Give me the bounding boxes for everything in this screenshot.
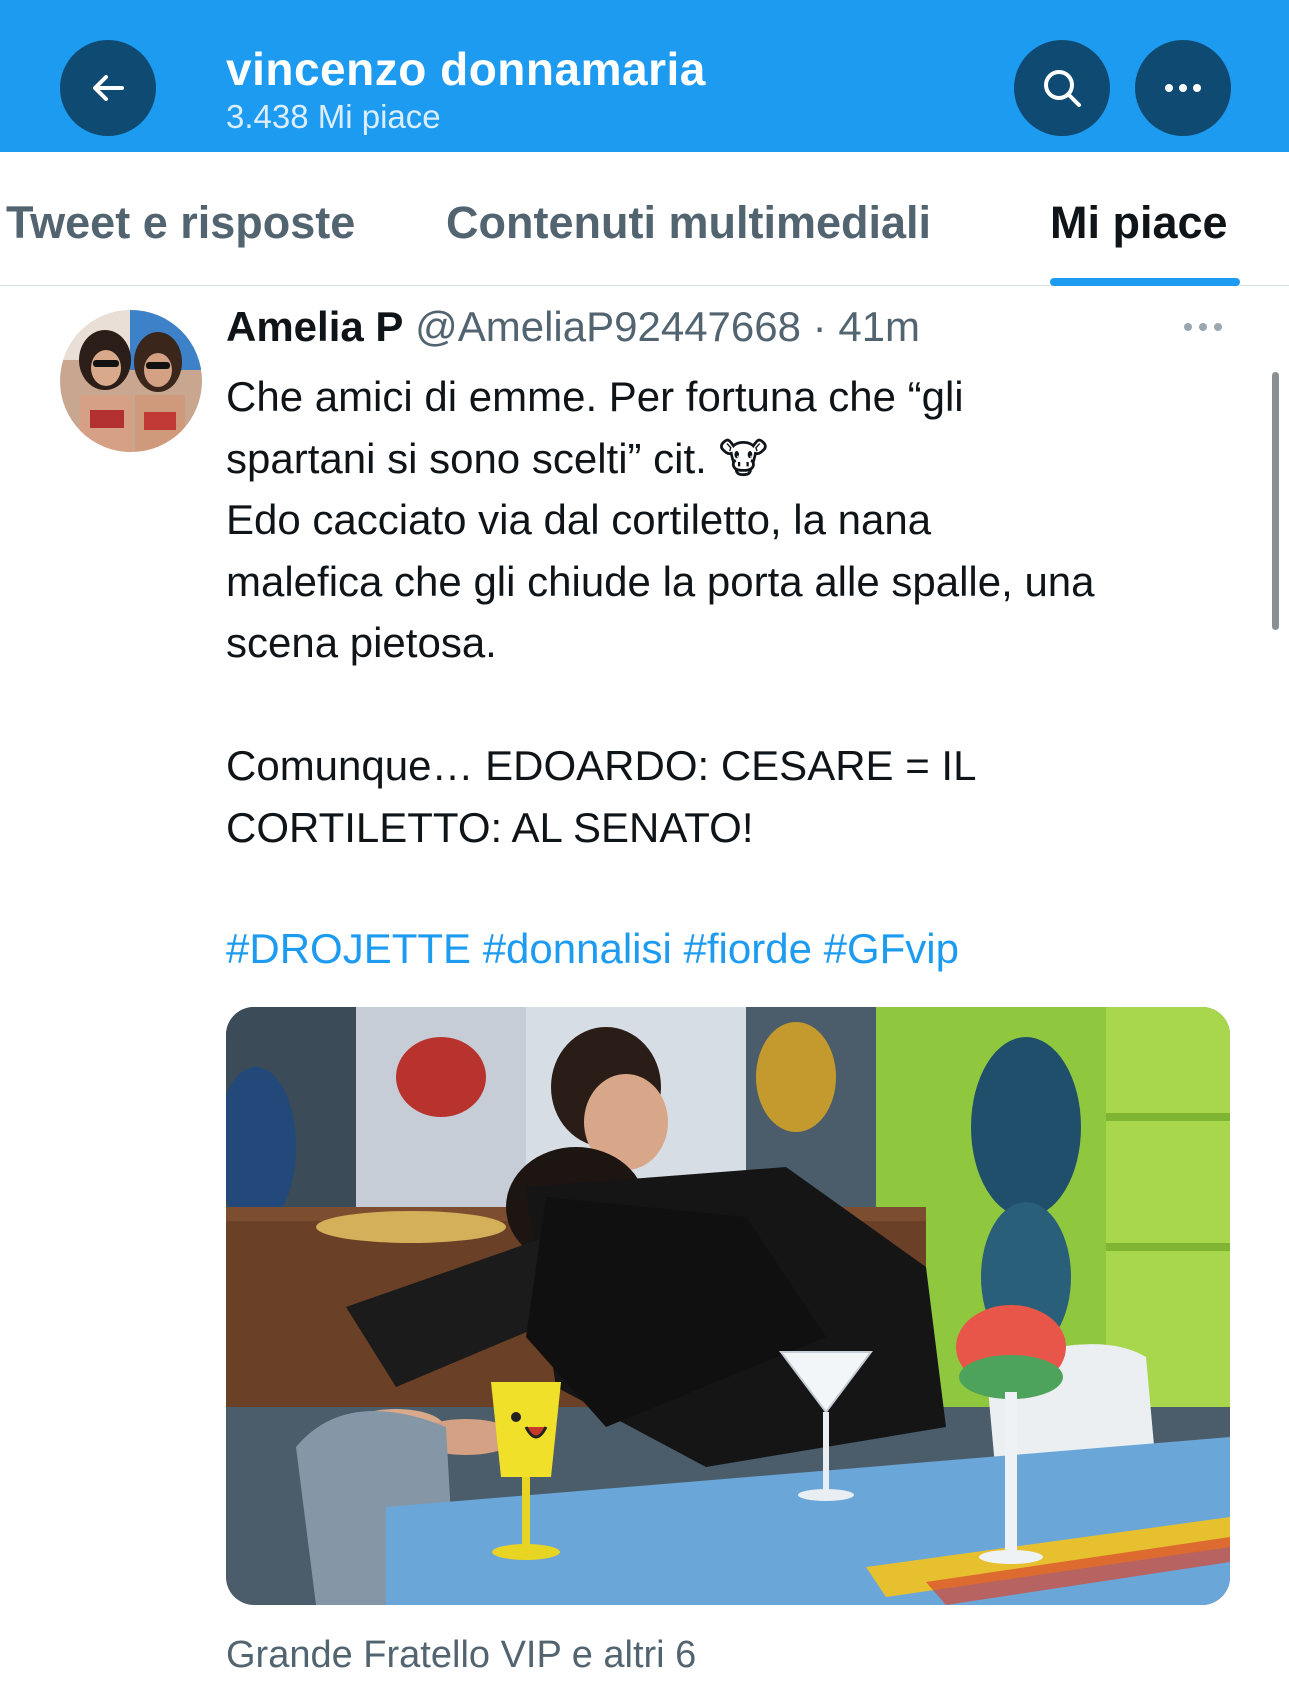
tweet-text-line: malefica che gli chiude la porta alle sp… [226, 557, 1095, 605]
tweet-text-line: spartani si sono scelti” cit. 🐮 [226, 434, 769, 482]
tab-likes[interactable]: Mi piace [1050, 197, 1228, 249]
hashtag-link[interactable]: #fiorde [684, 925, 812, 972]
tweet-text: Che amici di emme. Per fortuna che “gli … [226, 366, 1236, 858]
tweet-text-line: CORTILETTO: AL SENATO! [226, 803, 754, 851]
tweet-text-line: Comunque… EDOARDO: CESARE = IL [226, 742, 977, 789]
tweet-media-image[interactable] [226, 1007, 1230, 1605]
tweet-timestamp[interactable]: 41m [838, 303, 920, 350]
author-handle[interactable]: @AmeliaP92447668 [415, 303, 801, 350]
hashtag-link[interactable]: #GFvip [824, 925, 959, 972]
search-button[interactable] [1014, 40, 1110, 136]
media-tags[interactable]: Grande Fratello VIP e altri 6 [226, 1634, 696, 1677]
tweet-hashtags: #DROJETTE #donnalisi #fiorde #GFvip [226, 925, 959, 973]
search-icon [1044, 70, 1081, 107]
likes-count: 3.438 Mi piace [226, 98, 441, 135]
top-header: vincenzo donnamaria 3.438 Mi piace [0, 0, 1289, 152]
tweet-text-line: Edo cacciato via dal cortiletto, la nana [226, 496, 932, 543]
more-horizontal-icon [1165, 84, 1201, 92]
hashtag-link[interactable]: #donnalisi [483, 925, 672, 972]
tweet-text-line [226, 674, 1236, 736]
more-options-button[interactable] [1135, 40, 1231, 136]
tweet-text-line: Che amici di emme. Per fortuna che “gli [226, 373, 964, 420]
profile-name-title: vincenzo donnamaria [226, 43, 706, 95]
tab-tweets-and-replies[interactable]: Tweet e risposte [6, 197, 355, 249]
back-button[interactable] [60, 40, 156, 136]
author-name[interactable]: Amelia P [226, 303, 403, 350]
tweet-more-button[interactable] [1178, 312, 1228, 342]
scrollbar[interactable] [1272, 372, 1279, 630]
arrow-left-icon [93, 75, 124, 101]
tweet-text-line: scena pietosa. [226, 619, 497, 666]
separator-dot: · [812, 303, 827, 350]
hashtag-link[interactable]: #DROJETTE [226, 925, 471, 972]
avatar[interactable] [60, 310, 202, 452]
tweet-author-line: Amelia P @AmeliaP92447668 · 41m [226, 303, 920, 351]
profile-tabs: Tweet e risposte Contenuti multimediali … [0, 152, 1289, 286]
active-tab-indicator [1050, 278, 1240, 286]
tab-media[interactable]: Contenuti multimediali [446, 197, 931, 249]
more-horizontal-icon [1184, 323, 1222, 331]
